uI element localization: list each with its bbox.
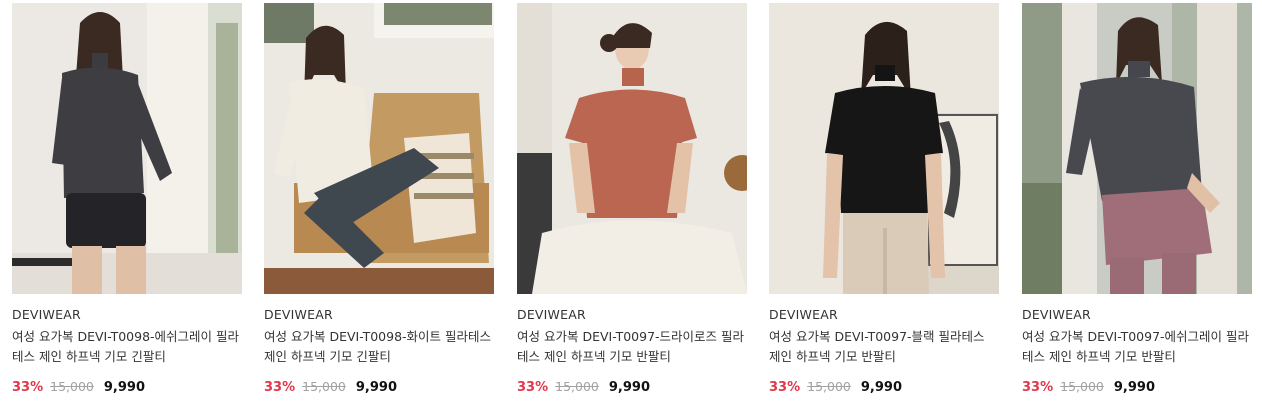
- sale-price: 9,990: [103, 380, 145, 395]
- original-price: 15,000: [1060, 379, 1104, 394]
- price-row: 33% 15,000 9,990: [769, 378, 999, 396]
- product-brand: DEVIWEAR: [1022, 307, 1091, 322]
- product-card[interactable]: DEVIWEAR 여성 요가복 DEVI-T0097-블랙 필라테스 제인 하프…: [769, 3, 999, 396]
- product-photo: [12, 3, 242, 294]
- product-brand: DEVIWEAR: [12, 307, 81, 322]
- discount-rate: 33%: [517, 380, 549, 395]
- product-image[interactable]: [1022, 3, 1252, 294]
- discount-rate: 33%: [769, 380, 801, 395]
- sale-price: 9,990: [355, 380, 397, 395]
- sale-price: 9,990: [608, 380, 650, 395]
- original-price: 15,000: [50, 379, 94, 394]
- product-image[interactable]: [517, 3, 747, 294]
- discount-rate: 33%: [1022, 380, 1054, 395]
- product-photo: [769, 3, 999, 294]
- price-row: 33% 15,000 9,990: [1022, 378, 1252, 396]
- product-brand: DEVIWEAR: [517, 307, 586, 322]
- product-photo: [264, 3, 494, 294]
- product-card[interactable]: DEVIWEAR 여성 요가복 DEVI-T0097-에쉬그레이 필라테스 제인…: [1022, 3, 1252, 396]
- product-image[interactable]: [12, 3, 242, 294]
- sale-price: 9,990: [860, 380, 902, 395]
- product-grid: DEVIWEAR 여성 요가복 DEVI-T0098-에쉬그레이 필라테스 제인…: [0, 0, 1262, 420]
- product-name[interactable]: 여성 요가복 DEVI-T0097-드라이로즈 필라테스 제인 하프넥 기모 반…: [517, 327, 747, 367]
- product-name[interactable]: 여성 요가복 DEVI-T0097-에쉬그레이 필라테스 제인 하프넥 기모 반…: [1022, 327, 1252, 367]
- product-brand: DEVIWEAR: [264, 307, 333, 322]
- product-card[interactable]: DEVIWEAR 여성 요가복 DEVI-T0097-드라이로즈 필라테스 제인…: [517, 3, 747, 396]
- product-image[interactable]: [264, 3, 494, 294]
- product-name[interactable]: 여성 요가복 DEVI-T0098-화이트 필라테스 제인 하프넥 기모 긴팔티: [264, 327, 494, 367]
- product-card[interactable]: DEVIWEAR 여성 요가복 DEVI-T0098-화이트 필라테스 제인 하…: [264, 3, 494, 396]
- original-price: 15,000: [807, 379, 851, 394]
- product-card[interactable]: DEVIWEAR 여성 요가복 DEVI-T0098-에쉬그레이 필라테스 제인…: [12, 3, 242, 396]
- product-image[interactable]: [769, 3, 999, 294]
- original-price: 15,000: [302, 379, 346, 394]
- discount-rate: 33%: [264, 380, 296, 395]
- product-name[interactable]: 여성 요가복 DEVI-T0098-에쉬그레이 필라테스 제인 하프넥 기모 긴…: [12, 327, 242, 367]
- original-price: 15,000: [555, 379, 599, 394]
- price-row: 33% 15,000 9,990: [264, 378, 494, 396]
- product-photo: [1022, 3, 1252, 294]
- discount-rate: 33%: [12, 380, 44, 395]
- price-row: 33% 15,000 9,990: [517, 378, 747, 396]
- price-row: 33% 15,000 9,990: [12, 378, 242, 396]
- product-name[interactable]: 여성 요가복 DEVI-T0097-블랙 필라테스 제인 하프넥 기모 반팔티: [769, 327, 999, 367]
- product-brand: DEVIWEAR: [769, 307, 838, 322]
- sale-price: 9,990: [1113, 380, 1155, 395]
- product-photo: [517, 3, 747, 294]
